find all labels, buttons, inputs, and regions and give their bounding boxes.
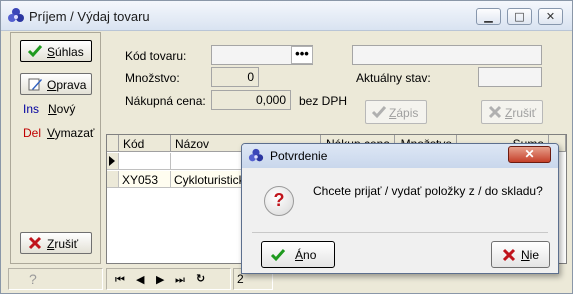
window-title: Príjem / Výdaj tovaru (29, 9, 150, 24)
mnozstvo-label: Množstvo: (125, 71, 180, 85)
cancel-x-icon (488, 105, 502, 119)
mnozstvo-input[interactable]: 0 (211, 67, 259, 87)
ins-key-label: Ins (23, 102, 40, 116)
cancel-x-icon (502, 248, 516, 262)
minimize-button[interactable]: ▁ (476, 8, 501, 25)
action-panel: Súhlas Oprava Ins Nový Del Vymazať Zruši… (10, 32, 101, 264)
row-indicator (107, 153, 119, 170)
novy-label: Nový (48, 102, 76, 116)
aktualny-stav-label: Aktuálny stav: (356, 71, 431, 85)
first-record-icon[interactable]: ⏮ (115, 273, 125, 287)
app-icon (8, 8, 24, 22)
close-icon: ✕ (545, 10, 556, 23)
grid-indicator-header (107, 135, 119, 152)
form-zrusit-button[interactable]: Zrušiť (481, 100, 543, 124)
prev-record-icon[interactable]: ◀ (136, 273, 144, 286)
dialog-close-button[interactable]: ✕ (508, 146, 551, 163)
zrusit-label: Zrušiť (47, 237, 79, 251)
suhlas-label: Súhlas (47, 45, 84, 59)
grid-cell-kod[interactable]: XY053 (119, 171, 171, 188)
app-icon (248, 148, 264, 162)
nazov-tovaru-field (352, 45, 542, 65)
close-icon: ✕ (524, 147, 535, 161)
zapis-button[interactable]: Zápis (365, 100, 427, 124)
question-mark: ? (273, 190, 285, 210)
edit-pencil-icon (28, 78, 42, 91)
minimize-icon: ▁ (484, 10, 493, 23)
vymazat-label: Vymazať (47, 126, 95, 140)
novy-button[interactable]: Ins Nový (20, 97, 92, 119)
oprava-label: Oprava (47, 78, 87, 92)
maximize-icon: □ (514, 10, 525, 23)
nakupna-cena-label: Nákupná cena: (125, 94, 206, 108)
kod-tovaru-label: Kód tovaru: (125, 49, 187, 63)
navigator: ⏮ ◀ ▶ ⏭ ↻ (106, 268, 231, 290)
nakupna-cena-input[interactable]: 0,000 (211, 90, 291, 110)
ano-label: Áno (295, 248, 317, 262)
aktualny-stav-field (478, 67, 542, 87)
suhlas-button[interactable]: Súhlas (20, 40, 92, 62)
zrusit-button[interactable]: Zrušiť (20, 232, 92, 254)
grid-cell-kod[interactable] (119, 153, 171, 170)
nie-label: Nie (521, 248, 540, 262)
oprava-button[interactable]: Oprava (20, 73, 92, 95)
check-icon (270, 249, 286, 262)
dialog-divider (252, 232, 548, 233)
confirm-dialog: Potvrdenie ✕ ? Chcete prijať / vydať pol… (241, 143, 559, 274)
lookup-button[interactable]: ••• (291, 46, 313, 64)
dialog-title: Potvrdenie (270, 149, 328, 163)
title-bar[interactable]: Príjem / Výdaj tovaru ▁ □ ✕ (1, 1, 572, 31)
cancel-x-icon (28, 236, 42, 250)
bez-dph-label: bez DPH (299, 94, 348, 108)
next-record-icon[interactable]: ▶ (156, 273, 164, 286)
dialog-title-bar[interactable]: Potvrdenie ✕ (242, 144, 558, 168)
check-icon (27, 45, 43, 58)
vymazat-button[interactable]: Del Vymazať (20, 121, 95, 143)
close-button[interactable]: ✕ (538, 8, 563, 25)
dialog-message: Chcete prijať / vydať položky z / do skl… (313, 184, 543, 198)
row-indicator (107, 171, 119, 188)
record-count: 2 (237, 272, 244, 286)
current-row-arrow-icon (109, 156, 115, 166)
form-zrusit-label: Zrušiť (505, 106, 537, 120)
maximize-button[interactable]: □ (507, 8, 532, 25)
nie-button[interactable]: Nie (491, 241, 550, 268)
check-icon (371, 106, 387, 119)
column-header-kod[interactable]: Kód (119, 135, 171, 152)
question-icon: ? (264, 186, 294, 216)
zapis-label: Zápis (389, 106, 419, 120)
del-key-label: Del (23, 126, 42, 140)
help-cell: ? (8, 268, 103, 290)
ano-button[interactable]: Áno (261, 241, 335, 268)
refresh-icon[interactable]: ↻ (196, 272, 205, 285)
help-icon[interactable]: ? (29, 271, 37, 287)
last-record-icon[interactable]: ⏭ (175, 273, 185, 287)
